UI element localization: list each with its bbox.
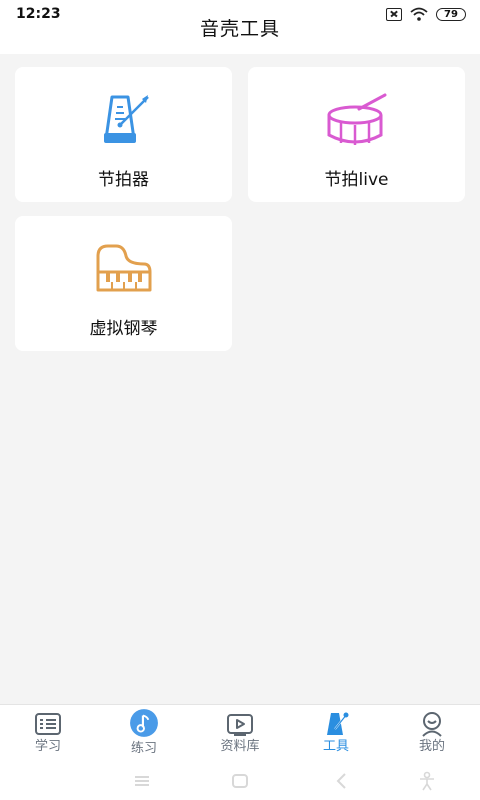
metronome-icon [327, 712, 349, 735]
battery-indicator: 79 [436, 7, 466, 21]
system-nav-bar [0, 762, 480, 800]
tab-label: 练习 [130, 741, 157, 756]
tool-label: 节拍live [324, 170, 389, 190]
status-bar: 12:23 79 [0, 0, 480, 28]
tab-label: 资料库 [220, 739, 260, 754]
piano-icon [96, 244, 151, 292]
accessibility-icon[interactable] [416, 770, 438, 792]
tab-library[interactable]: 资料库 [192, 705, 288, 763]
status-icons: 79 [386, 6, 466, 22]
wifi-icon [410, 7, 428, 21]
tool-label: 节拍器 [98, 170, 149, 190]
status-time: 12:23 [16, 6, 61, 22]
tool-card-beat-live[interactable]: 节拍live [248, 67, 465, 202]
bottom-tab-bar: 学习 练习 资料库 工具 我的 [0, 704, 480, 763]
music-note-icon [130, 709, 158, 737]
tab-tools[interactable]: 工具 [288, 705, 384, 763]
tool-card-metronome[interactable]: 节拍器 [15, 67, 232, 202]
back-icon[interactable] [331, 770, 353, 792]
tab-label: 工具 [322, 739, 349, 754]
drum-icon [327, 93, 386, 145]
video-library-icon [227, 714, 253, 736]
home-icon[interactable] [229, 770, 251, 792]
tab-label: 我的 [418, 739, 445, 754]
profile-icon [422, 712, 442, 737]
tab-mine[interactable]: 我的 [384, 705, 480, 763]
tool-card-piano[interactable]: 虚拟钢琴 [15, 216, 232, 351]
tab-practice[interactable]: 练习 [96, 705, 192, 763]
metronome-icon [103, 95, 149, 143]
sim-icon [386, 7, 402, 21]
tool-label: 虚拟钢琴 [89, 319, 158, 339]
study-list-icon [35, 713, 61, 735]
tab-study[interactable]: 学习 [0, 705, 96, 763]
menu-icon[interactable] [131, 770, 153, 792]
tab-label: 学习 [34, 739, 61, 754]
